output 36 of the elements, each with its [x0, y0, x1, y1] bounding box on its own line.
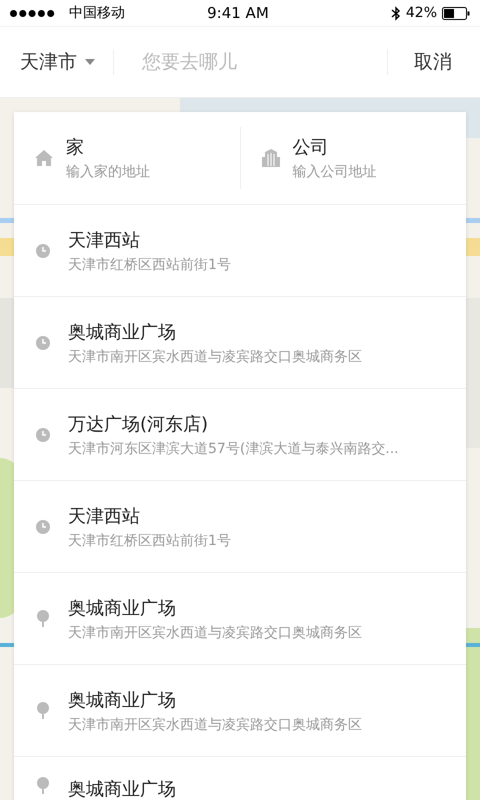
place-name[interactable]: 奥城商业广场	[68, 596, 362, 620]
city-dropdown[interactable]: 天津市	[20, 49, 114, 75]
shortcut-title[interactable]: 家	[66, 135, 150, 159]
signal-icon	[10, 10, 55, 16]
search-field[interactable]: 您要去哪儿	[140, 41, 387, 83]
place-name[interactable]: 天津西站	[68, 504, 231, 528]
shortcut-hint: 输入家的地址	[66, 163, 150, 181]
place-name[interactable]: 天津西站	[68, 228, 231, 252]
bluetooth-icon	[390, 6, 401, 20]
place-name[interactable]: 奥城商业广场	[68, 777, 176, 800]
house-icon	[34, 149, 54, 167]
clock-icon	[36, 428, 50, 442]
cancel-button[interactable]: 取消	[387, 49, 480, 75]
place-address: 天津市红桥区西站前街1号	[68, 532, 231, 550]
clock-icon	[36, 244, 50, 258]
place-address: 天津市河东区津滨大道57号(津滨大道与泰兴南路交...	[68, 440, 399, 458]
pin-icon	[36, 610, 50, 628]
place-address: 天津市南开区宾水西道与凌宾路交口奥城商务区	[68, 348, 362, 366]
building-icon	[260, 148, 280, 168]
place-address: 天津市南开区宾水西道与凌宾路交口奥城商务区	[68, 716, 362, 734]
pin-icon	[36, 702, 50, 720]
clock-icon	[36, 520, 50, 534]
shortcut-title[interactable]: 公司	[292, 135, 376, 159]
place-name[interactable]: 奥城商业广场	[68, 688, 362, 712]
battery-percent: 42%	[406, 5, 437, 21]
carrier-name: 中国移动	[69, 4, 125, 22]
pin-icon	[36, 777, 50, 795]
place-address: 天津市南开区宾水西道与凌宾路交口奥城商务区	[68, 624, 362, 642]
caret-icon	[85, 59, 95, 65]
clock-time: 9:41 AM	[206, 4, 270, 22]
place-address: 天津市红桥区西站前街1号	[68, 256, 231, 274]
battery-icon	[442, 6, 470, 20]
clock-icon	[36, 336, 50, 350]
place-name[interactable]: 奥城商业广场	[68, 320, 362, 344]
shortcut-hint: 输入公司地址	[292, 163, 376, 181]
place-name[interactable]: 万达广场(河东店)	[68, 412, 399, 436]
